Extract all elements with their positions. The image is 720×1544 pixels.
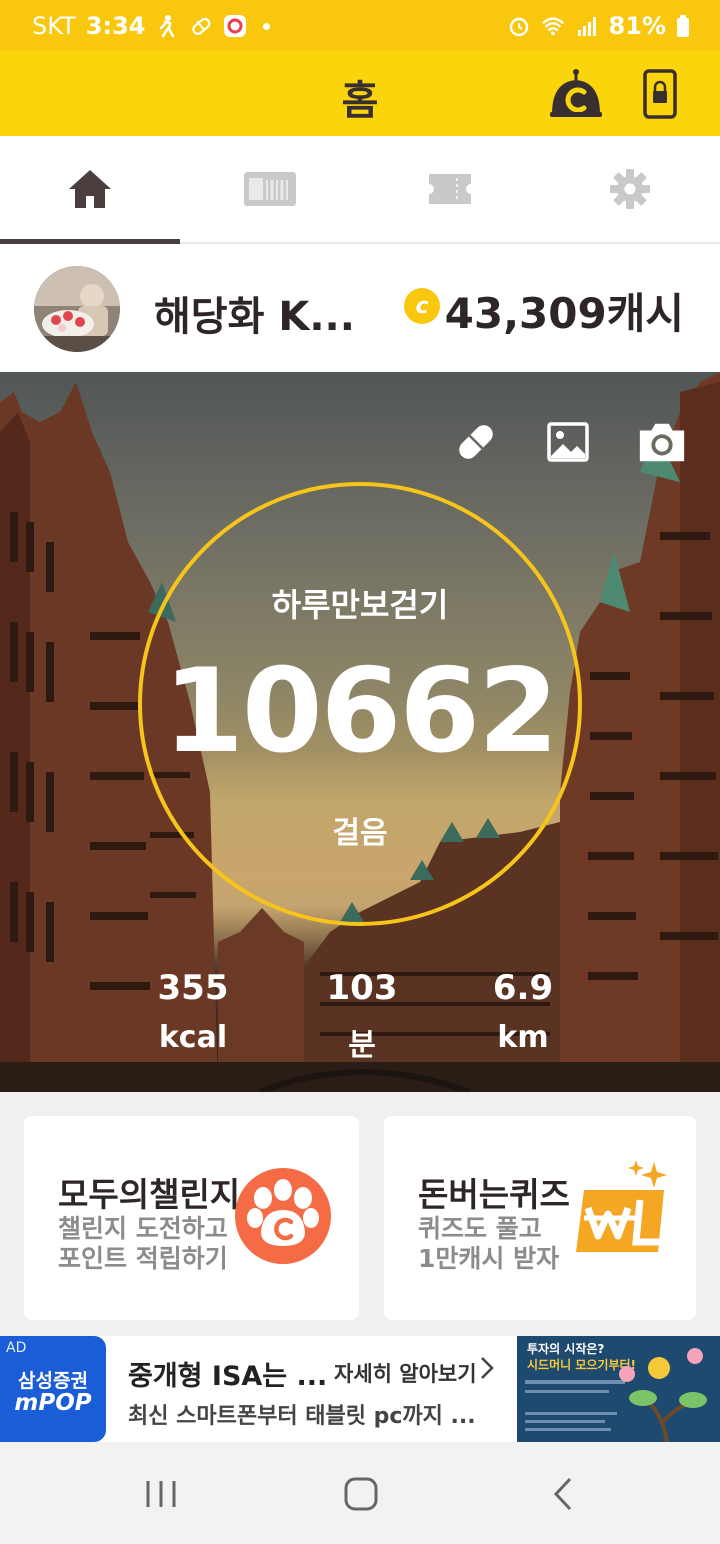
walk-notification-icon [155,14,179,38]
carrier-label: SKT [32,12,76,40]
wifi-icon [541,14,565,38]
ad-more-link[interactable]: 자세히 알아보기 [334,1358,477,1388]
status-bar: SKT 3:34 81% [0,0,720,50]
cash-coin-icon [550,69,602,117]
camera-button[interactable] [636,416,688,468]
challenge-subtitle-line1: 챌린지 도전하고 [58,1214,228,1243]
gift-card-icon [244,172,296,206]
cash-balance[interactable]: 43,309캐시 [445,280,684,341]
back-button[interactable] [538,1472,588,1516]
cash-coin-icon: c [404,288,440,324]
calories-unit: kcal [158,1020,228,1055]
back-icon [553,1477,572,1511]
ad-title[interactable]: 중개형 ISA는 ... [128,1354,327,1393]
pill-reminder-button[interactable] [450,416,502,468]
ad-image[interactable]: 투자의 시작은? 시드머니 모으기부터! [517,1336,720,1442]
ad-tag: AD [6,1340,27,1356]
minutes-unit: 분 [348,1028,376,1063]
image-icon [547,422,589,462]
quiz-card[interactable]: 돈버는퀴즈 퀴즈도 풀고 1만캐시 받자 [384,1116,696,1320]
ad-banner[interactable]: AD 삼성증권 mPOP 중개형 ISA는 ... 자세히 알아보기 최신 스마… [0,1336,720,1442]
page-title: 홈 [341,78,379,124]
calories-stat: 355 kcal [123,968,263,1055]
minutes-stat: 103 분 [292,968,432,1064]
more-notifications-dot [263,22,271,30]
user-name[interactable]: 해당화 K... [154,284,355,342]
gear-icon [610,169,650,209]
app-header: 홈 [0,50,720,136]
tab-ticket[interactable] [360,136,540,242]
ad-description[interactable]: 최신 스마트폰부터 태블릿 pc까지 ... [128,1398,476,1430]
clock: 3:34 [85,12,146,40]
battery-percent: 81% [608,12,666,40]
pedometer-panel: 하루만보걷기 10662 걸음 355 kcal 103 분 6.9 km [0,372,720,1092]
chevron-right-icon[interactable] [480,1356,494,1387]
advertiser-logo[interactable]: AD 삼성증권 mPOP [0,1336,106,1442]
pill-notification-icon [189,14,213,38]
phone-lock-icon [643,69,677,119]
system-nav-bar [0,1442,720,1544]
advertiser-app: mPOP [14,1390,92,1416]
tab-home[interactable] [0,136,180,244]
calories-value: 355 [157,968,229,1008]
tab-gift[interactable] [180,136,360,242]
coin-symbol: c [415,293,429,319]
tab-bar [0,136,720,244]
lock-screen-button[interactable] [630,64,690,124]
challenge-subtitle: 챌린지 도전하고 포인트 적립하기 [58,1214,258,1274]
avatar[interactable] [34,266,120,352]
profile-row: 해당화 K... c 43,309캐시 [0,244,720,372]
recent-apps-icon [146,1481,176,1507]
paw-coin-icon [233,1166,333,1266]
alarm-icon [507,14,531,38]
pedometer-label: 하루만보걷기 [271,586,449,624]
quiz-won-icon [566,1156,678,1268]
signal-icon [575,14,599,38]
step-unit: 걸음 [332,816,388,851]
battery-icon [676,14,690,38]
money-tree-illustration [525,1348,707,1442]
challenge-subtitle-line2: 포인트 적립하기 [58,1244,228,1273]
app-notification-icon [223,14,247,38]
pill-icon [459,425,493,459]
distance-unit: km [497,1020,549,1055]
challenge-card[interactable]: 모두의챌린지 챌린지 도전하고 포인트 적립하기 [24,1116,359,1320]
camera-icon [639,423,685,462]
minutes-value: 103 [326,968,398,1008]
distance-value: 6.9 [492,968,554,1008]
recent-apps-button[interactable] [136,1472,186,1516]
ticket-icon [429,174,471,204]
home-button[interactable] [336,1472,386,1516]
home-square-icon [344,1477,378,1511]
distance-stat: 6.9 km [453,968,593,1055]
cash-box-button[interactable] [546,64,606,124]
step-count: 10662 [163,644,559,779]
tab-settings[interactable] [540,136,720,242]
gallery-button[interactable] [542,416,594,468]
challenge-title: 모두의챌린지 [58,1175,241,1214]
advertiser-name: 삼성증권 [18,1370,88,1392]
home-icon [69,170,111,208]
quiz-title: 돈버는퀴즈 [418,1175,570,1214]
